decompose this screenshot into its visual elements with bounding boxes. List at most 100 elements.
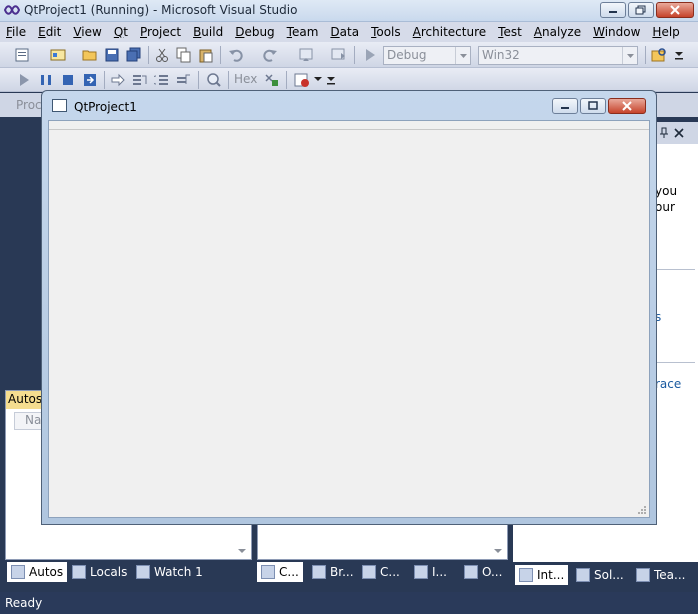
continue-icon[interactable] [16, 72, 32, 88]
maximize-icon [588, 101, 598, 110]
scroll-down-arrow[interactable] [491, 544, 505, 558]
tab-intellitrace[interactable]: Int... [515, 565, 569, 585]
close-button[interactable] [656, 2, 694, 18]
tab-call-stack[interactable]: C... [257, 562, 303, 582]
tab-label: Int... [537, 568, 565, 582]
new-project-icon[interactable] [14, 47, 30, 63]
undo-icon[interactable] [228, 47, 244, 63]
size-grip-icon[interactable] [637, 505, 647, 515]
platform-value: Win32 [482, 48, 520, 62]
tab-solution-explorer[interactable]: Sol... [576, 565, 624, 585]
step-into-icon[interactable] [132, 72, 148, 88]
menu-team[interactable]: Team [281, 25, 325, 39]
divider [655, 362, 695, 363]
cut-icon[interactable] [154, 47, 170, 63]
tab-team-explorer[interactable]: Tea... [636, 565, 685, 585]
toolbar-separator [286, 71, 287, 89]
restart-icon[interactable] [82, 72, 98, 88]
qt-maximize-button[interactable] [580, 98, 606, 114]
stop-debugging-icon[interactable] [60, 72, 76, 88]
status-bar: Ready [0, 592, 698, 614]
toolbar-separator [645, 46, 646, 64]
toolbar-options-icon[interactable] [674, 48, 684, 64]
menu-qt[interactable]: Qt [108, 25, 134, 39]
menu-analyze[interactable]: Analyze [528, 25, 587, 39]
menu-file[interactable]: File [0, 25, 32, 39]
start-debugging-icon[interactable] [362, 47, 378, 63]
menu-bar: File Edit View Qt Project Build Debug Te… [0, 22, 698, 42]
menu-test[interactable]: Test [492, 25, 528, 39]
add-item-icon[interactable] [50, 47, 66, 63]
save-icon[interactable] [104, 47, 120, 63]
menu-build[interactable]: Build [187, 25, 229, 39]
menu-window[interactable]: Window [587, 25, 646, 39]
menu-separator [49, 129, 649, 130]
breakpoints-icon [312, 565, 326, 579]
show-next-statement-icon[interactable] [110, 72, 126, 88]
tab-autos[interactable]: Autos [7, 562, 68, 582]
step-out-icon[interactable] [176, 72, 192, 88]
qt-close-button[interactable] [608, 98, 646, 114]
intellitrace-icon [519, 568, 533, 582]
locals-icon [72, 565, 86, 579]
navigate-backward-icon[interactable] [298, 47, 314, 63]
redo-icon[interactable] [262, 47, 278, 63]
breakpoints-window-icon[interactable] [294, 72, 310, 88]
tab-breakpoints[interactable]: Br... [312, 562, 354, 582]
break-all-icon[interactable] [38, 72, 54, 88]
open-folder-icon[interactable] [82, 47, 98, 63]
pin-icon[interactable] [659, 127, 669, 139]
scroll-down-arrow[interactable] [235, 544, 249, 558]
menu-edit[interactable]: Edit [32, 25, 67, 39]
close-icon [670, 5, 680, 15]
solution-platform-combo[interactable]: Win32 [478, 46, 638, 65]
tab-output[interactable]: O... [464, 562, 502, 582]
output-icon [464, 565, 478, 579]
minimize-icon [561, 107, 569, 109]
toolbar-options-icon[interactable] [326, 73, 336, 89]
menu-project[interactable]: Project [134, 25, 187, 39]
toolbar-separator [198, 71, 199, 89]
menu-tools[interactable]: Tools [365, 25, 407, 39]
tab-label: C... [279, 565, 299, 579]
menu-architecture[interactable]: Architecture [407, 25, 492, 39]
right-panel-text: you [655, 184, 678, 198]
callstack-icon [261, 565, 275, 579]
threads-icon[interactable] [264, 72, 280, 88]
menu-data[interactable]: Data [324, 25, 365, 39]
debug-toolbar: Hex [0, 68, 698, 92]
chevron-down-icon [455, 47, 470, 64]
hexadecimal-display-button[interactable]: Hex [234, 72, 257, 86]
qt-minimize-button[interactable] [552, 98, 578, 114]
menu-view[interactable]: View [67, 25, 107, 39]
restore-button[interactable] [628, 2, 654, 18]
watch-icon [136, 565, 150, 579]
chevron-down-icon [238, 549, 246, 553]
chevron-down-icon [622, 47, 637, 64]
paste-icon[interactable] [198, 47, 214, 63]
minimize-button[interactable] [600, 2, 626, 18]
quickwatch-icon[interactable] [206, 72, 222, 88]
process-label: Proc [16, 98, 42, 112]
save-all-icon[interactable] [126, 47, 142, 63]
copy-icon[interactable] [176, 47, 192, 63]
tab-locals[interactable]: Locals [72, 562, 127, 582]
solution-configuration-combo[interactable]: Debug [383, 46, 471, 65]
tab-label: Autos [29, 565, 64, 579]
right-panel-link[interactable]: race [655, 377, 681, 391]
configuration-value: Debug [387, 48, 427, 62]
standard-toolbar: Debug Win32 [0, 42, 698, 68]
navigate-forward-icon[interactable] [330, 47, 346, 63]
toolbar-separator [148, 46, 149, 64]
tab-command-window[interactable]: C... [362, 562, 400, 582]
window-title: QtProject1 (Running) - Microsoft Visual … [24, 3, 298, 17]
menu-debug[interactable]: Debug [229, 25, 280, 39]
tab-watch-1[interactable]: Watch 1 [136, 562, 203, 582]
restore-icon [635, 5, 646, 15]
find-in-files-icon[interactable] [651, 47, 667, 63]
chevron-down-icon[interactable] [313, 73, 323, 89]
tab-immediate-window[interactable]: I... [414, 562, 447, 582]
step-over-icon[interactable] [154, 72, 170, 88]
close-icon[interactable] [674, 128, 684, 138]
menu-help[interactable]: Help [646, 25, 685, 39]
